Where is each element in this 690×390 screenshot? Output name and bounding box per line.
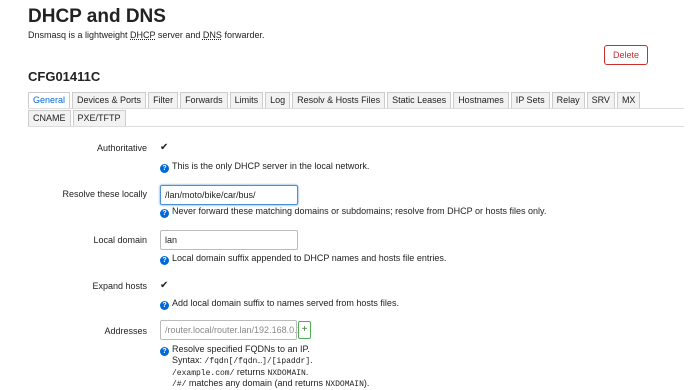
authoritative-label: Authoritative bbox=[96, 143, 147, 153]
authoritative-help: ? This is the only DHCP server in the loc… bbox=[160, 161, 369, 173]
addresses-syntax: Syntax: /fqdn[/fqdn…]/[ipaddr]. bbox=[172, 355, 313, 366]
example-text: returns bbox=[234, 367, 268, 377]
tab-cname[interactable]: CNAME bbox=[28, 110, 71, 126]
tab-general[interactable]: General bbox=[28, 92, 71, 108]
addresses-label: Addresses bbox=[104, 326, 147, 336]
example-code: /example.com/ bbox=[172, 369, 235, 378]
resolve-locally-label: Resolve these locally bbox=[62, 189, 147, 199]
help-text: Add local domain suffix to names served … bbox=[172, 298, 399, 308]
syntax-code: /fqdn[/fqdn…]/[ipaddr] bbox=[204, 357, 311, 366]
add-address-button[interactable]: + bbox=[298, 321, 311, 339]
resolve-locally-help: ? Never forward these matching domains or… bbox=[160, 206, 546, 218]
tab-pxe-tftp[interactable]: PXE/TFTP bbox=[72, 110, 126, 126]
tab-srv[interactable]: SRV bbox=[586, 92, 615, 108]
tab-divider bbox=[28, 108, 684, 109]
tab-limits[interactable]: Limits bbox=[229, 92, 264, 108]
expand-hosts-checkbox[interactable]: ✔ bbox=[160, 281, 170, 291]
addresses-placeholder: /router.local/router.lan/192.168.0.1 bbox=[165, 325, 302, 335]
local-domain-label: Local domain bbox=[93, 235, 147, 245]
example-end: . bbox=[305, 367, 309, 377]
page-title: DHCP and DNS bbox=[28, 6, 166, 27]
resolve-locally-input[interactable]: /lan/moto/bike/car/bus/ bbox=[160, 185, 298, 205]
help-icon: ? bbox=[160, 256, 169, 265]
help-icon: ? bbox=[160, 164, 169, 173]
addresses-input[interactable]: /router.local/router.lan/192.168.0.1 bbox=[160, 320, 302, 340]
dns-abbr: DNS bbox=[202, 30, 222, 40]
desc-text: forwarder. bbox=[221, 30, 265, 40]
tab-log[interactable]: Log bbox=[265, 92, 291, 108]
tab-row: CNAME PXE/TFTP bbox=[28, 110, 684, 126]
example-code: NXDOMAIN bbox=[267, 369, 306, 378]
tab-hostnames[interactable]: Hostnames bbox=[453, 92, 509, 108]
local-domain-input[interactable]: lan bbox=[160, 230, 298, 250]
desc-text: Dnsmasq is a lightweight bbox=[28, 30, 131, 40]
help-icon: ? bbox=[160, 347, 169, 356]
help-text: Local domain suffix appended to DHCP nam… bbox=[172, 253, 447, 263]
syntax-label: Syntax: bbox=[172, 355, 205, 365]
example-code: NXDOMAIN bbox=[325, 380, 364, 389]
help-text: Never forward these matching domains or … bbox=[172, 206, 547, 216]
help-text: Resolve specified FQDNs to an IP. bbox=[172, 344, 310, 354]
local-domain-help: ? Local domain suffix appended to DHCP na… bbox=[160, 253, 446, 265]
tab-forwards[interactable]: Forwards bbox=[180, 92, 228, 108]
tab-mx[interactable]: MX bbox=[616, 92, 641, 108]
tab-relay[interactable]: Relay bbox=[551, 92, 585, 108]
addresses-example-2: /#/ matches any domain (and returns NXDO… bbox=[172, 378, 369, 389]
delete-button[interactable]: Delete bbox=[604, 45, 648, 65]
help-icon: ? bbox=[160, 209, 169, 218]
expand-hosts-label: Expand hosts bbox=[92, 281, 147, 291]
dhcp-abbr: DHCP bbox=[130, 30, 156, 40]
tab-row: General Devices & Ports Filter Forwards Limi… bbox=[28, 92, 684, 108]
addresses-example-1: /example.com/ returns NXDOMAIN. bbox=[172, 367, 308, 378]
section-title: CFG01411C bbox=[28, 69, 101, 84]
tab-resolv-hosts-files[interactable]: Resolv & Hosts Files bbox=[292, 92, 386, 108]
expand-hosts-help: ? Add local domain suffix to names served… bbox=[160, 298, 399, 310]
example-text: matches any domain (and returns bbox=[186, 378, 326, 388]
tab-static-leases[interactable]: Static Leases bbox=[387, 92, 452, 108]
tab-ip-sets[interactable]: IP Sets bbox=[510, 92, 550, 108]
authoritative-checkbox[interactable]: ✔ bbox=[160, 143, 170, 153]
tab-filter[interactable]: Filter bbox=[148, 92, 179, 108]
help-icon: ? bbox=[160, 301, 169, 310]
example-code: /#/ bbox=[172, 380, 187, 389]
page-description: Dnsmasq is a lightweight DHCP server and… bbox=[28, 30, 264, 40]
help-text: This is the only DHCP server in the loca… bbox=[172, 161, 370, 171]
tab-bar: General Devices & Ports Filter Forwards Limi… bbox=[28, 92, 684, 127]
tab-divider bbox=[28, 126, 684, 127]
tab-devices-ports[interactable]: Devices & Ports bbox=[72, 92, 147, 108]
desc-text: server and bbox=[155, 30, 203, 40]
example-end: ). bbox=[363, 378, 370, 388]
syntax-end: . bbox=[310, 355, 313, 365]
